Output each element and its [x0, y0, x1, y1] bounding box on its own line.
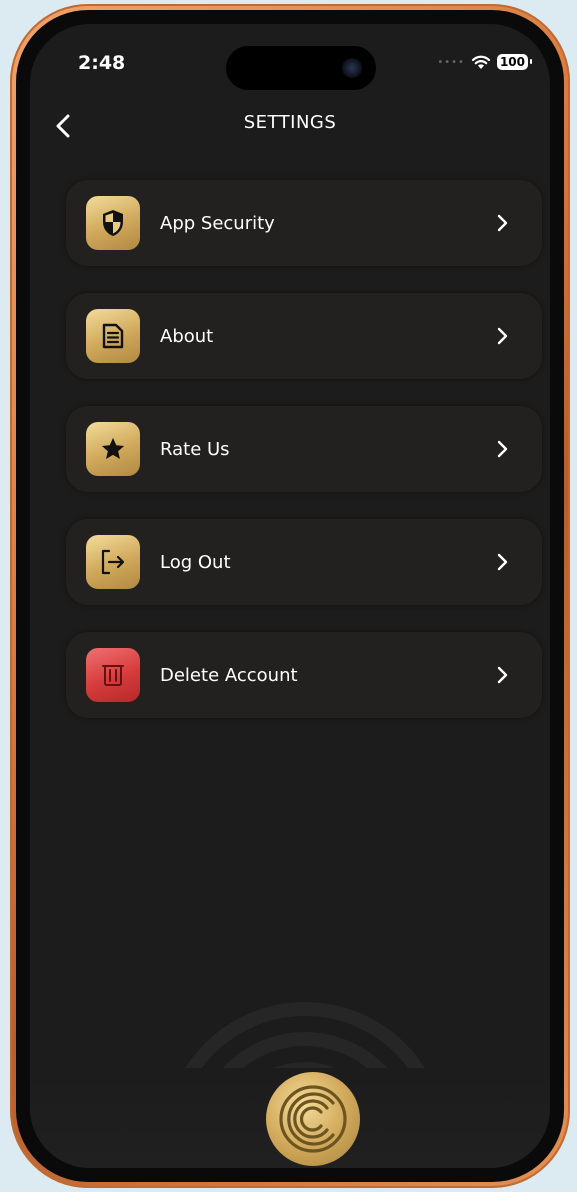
chevron-right-icon: [497, 440, 508, 458]
phone-bezel: 2:48 •••• 100 SETTINGS App Security Abou…: [16, 10, 564, 1182]
dynamic-island: [226, 46, 376, 90]
chevron-right-icon: [497, 666, 508, 684]
app-logo-icon[interactable]: [266, 1072, 360, 1166]
shield-icon: [86, 196, 140, 250]
menu-item-rate-us[interactable]: Rate Us: [66, 406, 542, 492]
screen: 2:48 •••• 100 SETTINGS App Security Abou…: [30, 24, 550, 1168]
chevron-right-icon: [497, 214, 508, 232]
chevron-right-icon: [497, 553, 508, 571]
page-title: SETTINGS: [243, 112, 337, 133]
menu-item-label: About: [160, 325, 214, 347]
settings-menu: App Security About Rate Us Log Out Delet…: [66, 180, 542, 745]
star-icon: [86, 422, 140, 476]
wifi-icon: [471, 55, 491, 69]
document-icon: [86, 309, 140, 363]
menu-item-label: App Security: [160, 212, 275, 234]
menu-item-delete-account[interactable]: Delete Account: [66, 632, 542, 718]
menu-item-app-security[interactable]: App Security: [66, 180, 542, 266]
status-icons: •••• 100: [437, 54, 533, 70]
menu-item-log-out[interactable]: Log Out: [66, 519, 542, 605]
phone-frame: 2:48 •••• 100 SETTINGS App Security Abou…: [10, 4, 570, 1188]
battery-indicator: 100: [496, 54, 533, 70]
status-time: 2:48: [78, 52, 126, 74]
camera-icon: [342, 58, 362, 78]
menu-item-label: Rate Us: [160, 438, 230, 460]
cellular-signal-icon: ••••: [437, 56, 465, 68]
trash-icon: [86, 648, 140, 702]
menu-item-label: Log Out: [160, 551, 231, 573]
logout-icon: [86, 535, 140, 589]
menu-item-about[interactable]: About: [66, 293, 542, 379]
chevron-right-icon: [497, 327, 508, 345]
menu-item-label: Delete Account: [160, 664, 298, 686]
